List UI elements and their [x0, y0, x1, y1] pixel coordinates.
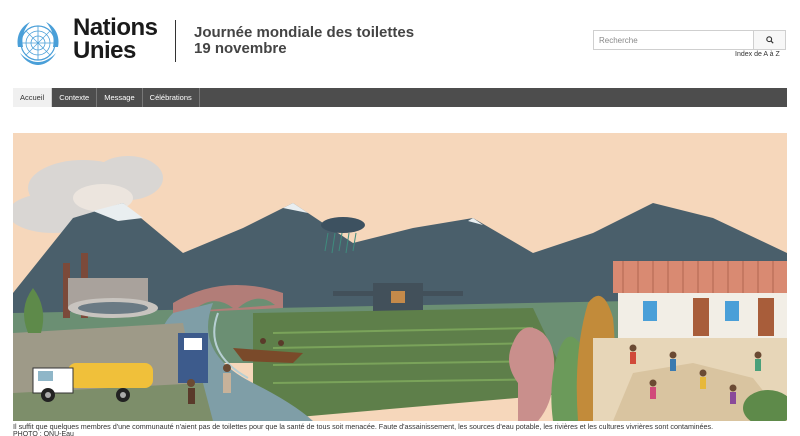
hero-illustration — [13, 133, 787, 421]
main-nav: Accueil Contexte Message Célébrations — [13, 88, 787, 107]
site-title[interactable]: Journée mondiale des toilettes 19 novemb… — [194, 25, 414, 57]
site-header: Nations Unies Journée mondiale des toile… — [0, 0, 800, 80]
nav-item-contexte[interactable]: Contexte — [52, 88, 98, 107]
search-input[interactable] — [593, 30, 754, 50]
org-name-line2: Unies — [73, 37, 136, 64]
photo-credit: PHOTO : ONU-Eau — [13, 431, 74, 436]
org-name[interactable]: Nations Unies — [73, 14, 158, 64]
az-index-link[interactable]: Index de A à Z — [735, 51, 780, 58]
site-title-line1: Journée mondiale des toilettes — [194, 24, 415, 41]
search-icon — [765, 36, 774, 44]
nav-item-celebrations[interactable]: Célébrations — [143, 88, 200, 107]
hero-illustration-art — [13, 133, 787, 421]
org-name-line1: Nations — [73, 14, 158, 41]
nav-item-accueil[interactable]: Accueil — [13, 88, 53, 107]
un-emblem-icon[interactable] — [12, 17, 64, 69]
header-divider — [175, 20, 176, 62]
search-button[interactable] — [754, 30, 786, 50]
search-form — [593, 30, 786, 50]
page: Nations Unies Journée mondiale des toile… — [0, 0, 800, 436]
site-title-line2: 19 novembre — [194, 40, 287, 57]
hero-caption: Il suffit que quelques membres d'une com… — [13, 422, 714, 431]
nav-item-message[interactable]: Message — [97, 88, 143, 107]
